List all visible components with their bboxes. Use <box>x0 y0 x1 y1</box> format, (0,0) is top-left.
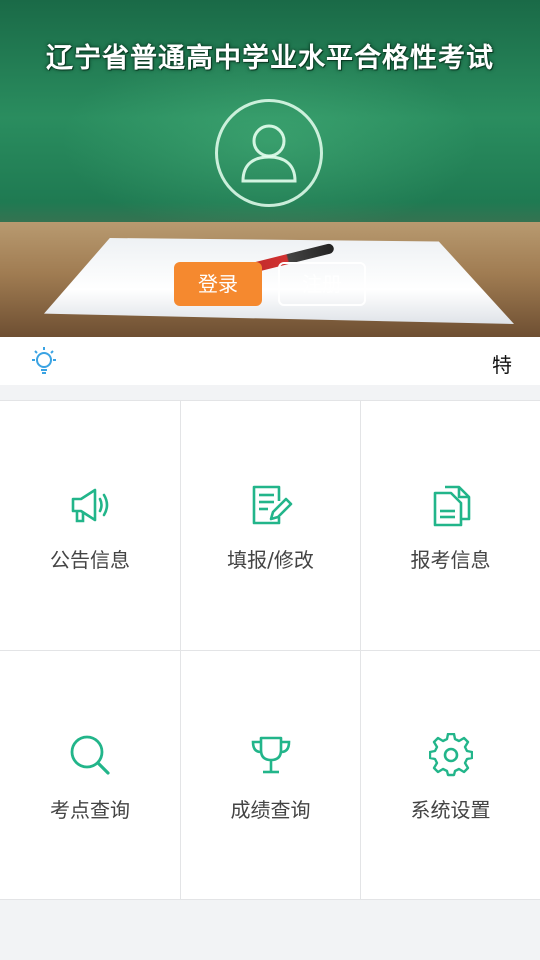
menu-item-system-settings[interactable]: 系统设置 <box>360 650 540 899</box>
menu-label: 系统设置 <box>410 798 491 822</box>
documents-icon <box>433 485 471 527</box>
login-button[interactable]: 登录 <box>174 262 262 306</box>
menu-label: 填报/修改 <box>227 548 314 572</box>
menu-label: 公告信息 <box>50 548 130 572</box>
menu-grid: 公告信息 填报/修改 报考信息 考点查询 成绩查询 系统设置 <box>0 400 540 900</box>
user-avatar-icon[interactable] <box>215 99 323 207</box>
register-button[interactable]: 注册 <box>278 262 366 306</box>
menu-item-announcements[interactable]: 公告信息 <box>0 401 180 650</box>
menu-item-exam-site-search[interactable]: 考点查询 <box>0 650 180 899</box>
gear-icon <box>429 733 473 777</box>
menu-label: 成绩查询 <box>230 798 311 822</box>
menu-item-registration-info[interactable]: 报考信息 <box>360 401 540 650</box>
app-title: 辽宁省普通高中学业水平合格性考试 <box>46 43 494 74</box>
trophy-icon <box>251 736 291 774</box>
megaphone-icon <box>71 488 109 523</box>
notice-bar[interactable]: 特 <box>0 337 540 385</box>
home-screen: 辽宁省普通高中学业水平合格性考试 登录 注册 特 公告信息 填报/修改 报考信息… <box>0 0 540 960</box>
menu-label: 报考信息 <box>410 548 491 572</box>
edit-form-icon <box>252 485 293 525</box>
notice-text: 特 <box>492 353 512 377</box>
menu-item-score-search[interactable]: 成绩查询 <box>180 650 360 899</box>
menu-label: 考点查询 <box>50 798 130 822</box>
lightbulb-icon <box>32 347 56 374</box>
header-banner: 辽宁省普通高中学业水平合格性考试 登录 注册 <box>0 0 540 337</box>
search-icon <box>70 735 110 775</box>
menu-item-fill-modify[interactable]: 填报/修改 <box>180 401 360 650</box>
